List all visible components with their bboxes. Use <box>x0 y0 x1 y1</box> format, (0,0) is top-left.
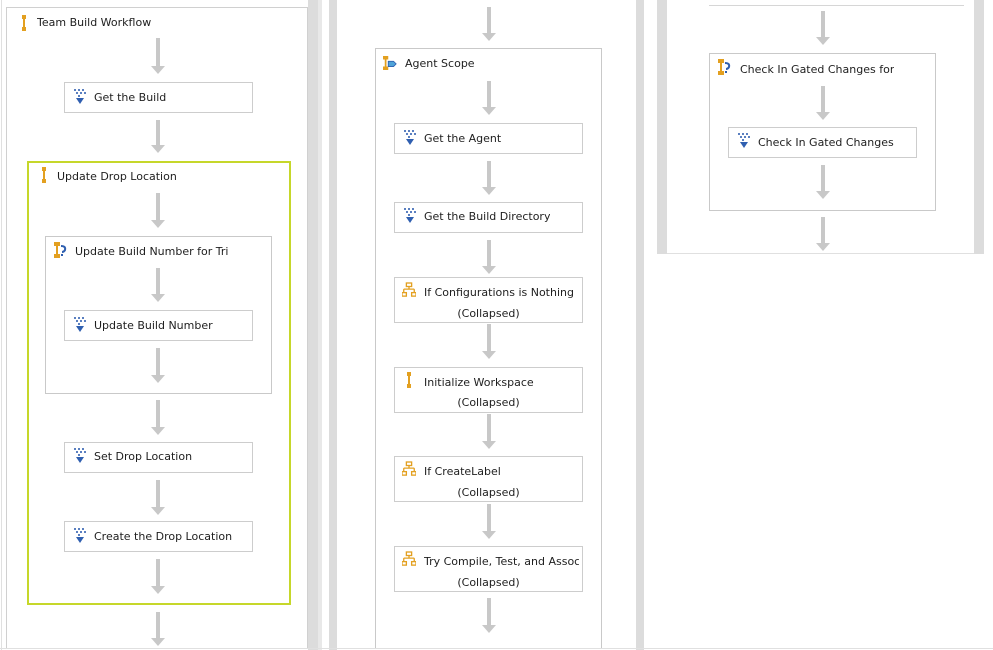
flow-arrow <box>151 120 165 153</box>
flow-arrow <box>482 504 496 539</box>
activity-icon <box>74 317 86 332</box>
panel-bottom-edge <box>667 253 974 254</box>
create-drop-location-activity[interactable]: Create the Drop Location <box>64 521 253 552</box>
activity-label: If Configurations is Nothing <box>424 286 574 299</box>
activity-label: Update Build Number <box>94 319 213 332</box>
activity-icon <box>74 89 86 104</box>
get-build-activity[interactable]: Get the Build <box>64 82 253 113</box>
panel-left-edge <box>1 0 2 650</box>
activity-label: If CreateLabel <box>424 465 501 478</box>
if-configurations-activity[interactable]: If Configurations is Nothing (Collapsed) <box>394 277 583 323</box>
activity-label: Get the Agent <box>424 132 502 145</box>
collapsed-state: (Collapsed) <box>457 486 520 499</box>
panel-bottom-edge <box>0 648 993 649</box>
flow-arrow <box>816 217 830 251</box>
flow-arrow <box>816 86 830 120</box>
activity-label: Check In Gated Changes <box>758 136 894 149</box>
column-divider <box>636 0 644 650</box>
scope-title: Update Build Number for Trigg <box>75 245 229 258</box>
collapsed-state: (Collapsed) <box>457 576 520 589</box>
flow-arrow <box>151 612 165 646</box>
flow-arrow <box>482 598 496 633</box>
activity-icon <box>74 528 86 543</box>
activity-label: Try Compile, Test, and Associat <box>424 555 579 568</box>
update-build-number-activity[interactable]: Update Build Number <box>64 310 253 341</box>
activity-icon <box>404 208 416 223</box>
flow-arrow <box>482 7 496 41</box>
flow-arrow <box>151 38 165 74</box>
column-divider <box>657 0 667 254</box>
scope-icon <box>383 56 397 70</box>
flow-arrow <box>151 400 165 435</box>
collapsed-state: (Collapsed) <box>457 396 520 409</box>
check-in-gated-changes-activity[interactable]: Check In Gated Changes <box>728 127 917 158</box>
column-divider <box>318 0 322 650</box>
set-drop-location-activity[interactable]: Set Drop Location <box>64 442 253 473</box>
try-compile-activity[interactable]: Try Compile, Test, and Associat (Collaps… <box>394 546 583 592</box>
scope-title: Agent Scope <box>405 57 475 70</box>
scope-icon <box>54 242 67 258</box>
scope-icon <box>718 59 731 75</box>
flow-arrow <box>151 193 165 228</box>
activity-label: Create the Drop Location <box>94 530 233 543</box>
flowchart-icon <box>402 461 416 476</box>
flow-arrow <box>151 348 165 383</box>
flow-arrow <box>482 161 496 195</box>
flow-arrow <box>816 165 830 199</box>
column-divider <box>308 0 318 650</box>
sequence-title: Update Drop Location <box>57 170 177 183</box>
flow-arrow <box>482 81 496 115</box>
scope-title: Check In Gated Changes for fo <box>740 63 894 76</box>
activity-icon <box>74 448 86 463</box>
flowchart-icon <box>402 282 416 297</box>
activity-label: Set Drop Location <box>94 450 193 463</box>
column-divider <box>974 0 984 254</box>
column-divider <box>329 0 337 650</box>
activity-label: Get the Build <box>94 91 167 104</box>
activity-icon <box>404 130 416 145</box>
flow-arrow <box>151 559 165 594</box>
scope-top-edge <box>709 5 964 6</box>
sequence-icon <box>17 15 31 31</box>
sequence-icon <box>37 167 51 183</box>
flow-arrow <box>482 324 496 359</box>
flowchart-icon <box>402 551 416 566</box>
workflow-title: Team Build Workflow <box>37 16 152 29</box>
flow-arrow <box>482 240 496 274</box>
activity-label: Get the Build Directory <box>424 210 551 223</box>
flow-arrow <box>151 480 165 515</box>
collapsed-state: (Collapsed) <box>457 307 520 320</box>
get-agent-activity[interactable]: Get the Agent <box>394 123 583 154</box>
get-build-directory-activity[interactable]: Get the Build Directory <box>394 202 583 233</box>
sequence-icon <box>402 372 416 388</box>
flow-arrow <box>151 268 165 302</box>
activity-label: Initialize Workspace <box>424 376 534 389</box>
activity-icon <box>738 133 750 148</box>
initialize-workspace-activity[interactable]: Initialize Workspace (Collapsed) <box>394 367 583 413</box>
if-create-label-activity[interactable]: If CreateLabel (Collapsed) <box>394 456 583 502</box>
flow-arrow <box>816 11 830 45</box>
flow-arrow <box>482 414 496 449</box>
